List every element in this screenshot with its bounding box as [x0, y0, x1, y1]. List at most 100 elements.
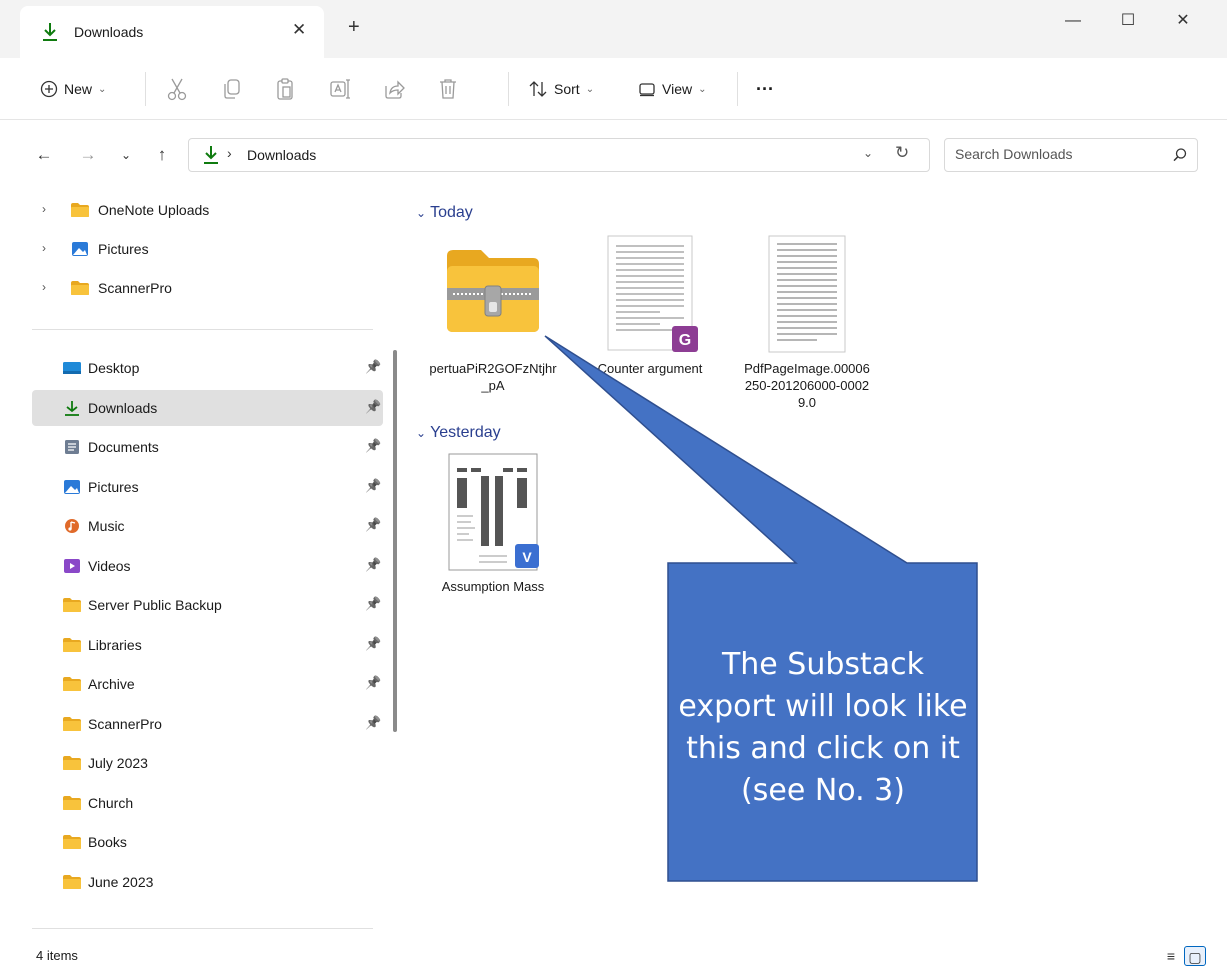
search-box[interactable] — [944, 138, 1198, 172]
sidebar-item-books[interactable]: Books — [32, 824, 383, 860]
sidebar-item-label: ScannerPro — [98, 280, 172, 296]
sidebar-item-june-2023[interactable]: June 2023 — [32, 864, 383, 900]
pictures-icon — [64, 479, 80, 494]
folder-icon — [63, 795, 81, 810]
sidebar-scrollbar[interactable] — [393, 350, 397, 732]
file-name: pertuaPiR2GOFzNtjhr_pA — [429, 361, 557, 393]
pin-icon[interactable]: 📌 — [365, 478, 381, 494]
sidebar-item-pictures[interactable]: Pictures 📌 — [32, 469, 383, 505]
tiles-view-icon[interactable]: ▢ — [1184, 946, 1206, 966]
close-window-button[interactable]: ✕ — [1160, 8, 1206, 38]
pin-icon[interactable]: 📌 — [365, 359, 381, 375]
status-bar: 4 items ≡ ▢ — [0, 940, 1227, 972]
view-label: View — [662, 81, 693, 97]
pin-icon[interactable]: 📌 — [365, 557, 381, 573]
sidebar-item-label: Church — [88, 794, 134, 811]
address-dropdown-chevron-icon[interactable]: ⌄ — [863, 146, 873, 160]
sidebar-item-label: ScannerPro — [88, 715, 162, 732]
pin-icon[interactable]: 📌 — [365, 636, 381, 652]
sidebar-item-label: Desktop — [88, 360, 140, 376]
documents-icon — [65, 440, 79, 454]
pin-icon[interactable]: 📌 — [365, 596, 381, 612]
sidebar-item-scannerpro[interactable]: ScannerPro 📌 — [32, 706, 383, 742]
chevron-down-icon: ⌄ — [416, 206, 427, 220]
pin-icon[interactable]: 📌 — [365, 675, 381, 691]
sidebar-item-church[interactable]: Church — [32, 785, 383, 821]
sidebar-item-documents[interactable]: Documents 📌 — [32, 429, 383, 465]
file-list: ⌄ Today pertuaPiR2GOFzNtjhr_pA G Counter … — [400, 190, 1227, 940]
sidebar-item-july-2023[interactable]: July 2023 — [32, 745, 383, 781]
view-button[interactable]: View ⌄ — [638, 76, 706, 102]
sidebar-item-archive[interactable]: Archive 📌 — [32, 666, 383, 702]
videos-icon — [64, 558, 80, 573]
group-header-yesterday[interactable]: ⌄ Yesterday — [416, 424, 501, 442]
new-tab-button[interactable]: + — [348, 17, 360, 37]
forward-arrow-icon[interactable]: → — [76, 142, 100, 168]
sidebar-item-music[interactable]: Music 📌 — [32, 508, 383, 544]
navigation-pane: › OneNote Uploads › Pictures › ScannerPro Desk… — [0, 190, 400, 940]
sidebar-item-label: Libraries — [88, 636, 142, 653]
delete-icon[interactable] — [436, 76, 460, 102]
sidebar-item-label: Server Public Backup — [88, 597, 222, 613]
sort-button[interactable]: Sort ⌄ — [528, 76, 594, 102]
download-icon — [65, 400, 79, 416]
sidebar-item-onenote-uploads[interactable]: › OneNote Uploads — [32, 192, 383, 228]
folder-icon — [71, 281, 89, 295]
tab-downloads[interactable]: Downloads ✕ — [20, 6, 324, 58]
sidebar-item-label: Downloads — [88, 399, 158, 416]
more-options-button[interactable]: ··· — [756, 76, 774, 102]
sidebar-item-label: Pictures — [98, 241, 149, 257]
file-name: Counter argument — [597, 361, 703, 376]
sidebar-item-scannerpro[interactable]: › ScannerPro — [32, 270, 383, 306]
desktop-icon — [63, 362, 81, 374]
share-icon[interactable] — [382, 76, 406, 102]
search-input[interactable] — [955, 146, 1155, 162]
address-bar[interactable]: › Downloads ⌄ ↻ — [188, 138, 930, 172]
svg-text:V: V — [522, 549, 532, 565]
folder-icon — [71, 203, 89, 217]
recent-locations-chevron-icon[interactable]: ⌄ — [114, 142, 138, 168]
search-icon[interactable] — [1171, 146, 1189, 164]
details-view-icon[interactable]: ≡ — [1160, 946, 1182, 966]
sort-icon — [529, 81, 547, 97]
tab-close-button[interactable]: ✕ — [292, 20, 306, 40]
sidebar-item-label: Videos — [88, 557, 131, 574]
refresh-icon[interactable]: ↻ — [895, 143, 909, 163]
chevron-down-icon: ⌄ — [698, 83, 707, 95]
back-arrow-icon[interactable]: ← — [32, 142, 56, 168]
minimize-button[interactable]: — — [1050, 8, 1096, 38]
pin-icon[interactable]: 📌 — [365, 715, 381, 731]
sidebar-divider — [32, 329, 373, 330]
sidebar-item-libraries[interactable]: Libraries 📌 — [32, 627, 383, 663]
tab-title: Downloads — [74, 24, 144, 40]
toolbar-divider — [145, 72, 146, 106]
svg-text:G: G — [679, 332, 691, 349]
item-count: 4 items — [36, 948, 78, 963]
paste-icon[interactable] — [273, 76, 297, 102]
download-icon — [204, 146, 218, 164]
sidebar-item-server-public-backup[interactable]: Server Public Backup 📌 — [32, 587, 383, 623]
sidebar-item-label: Pictures — [88, 478, 139, 495]
sidebar-item-desktop[interactable]: Desktop 📌 — [32, 350, 383, 386]
pin-icon[interactable]: 📌 — [365, 438, 381, 454]
file-name: Assumption Mass — [441, 579, 545, 594]
maximize-button[interactable]: ☐ — [1105, 8, 1151, 38]
sidebar-item-downloads[interactable]: Downloads 📌 — [32, 389, 383, 426]
sidebar-item-videos[interactable]: Videos 📌 — [32, 548, 383, 584]
sidebar-item-pictures[interactable]: › Pictures — [32, 231, 383, 267]
expand-chevron-icon[interactable]: › — [42, 241, 46, 255]
new-button[interactable]: New ⌄ — [40, 76, 106, 102]
up-arrow-icon[interactable]: ↑ — [150, 142, 174, 168]
folder-icon — [63, 835, 81, 849]
folder-icon — [63, 874, 81, 889]
group-header-today[interactable]: ⌄ Today — [416, 204, 473, 222]
breadcrumb-downloads[interactable]: Downloads — [247, 147, 316, 163]
copy-icon[interactable] — [220, 76, 244, 102]
expand-chevron-icon[interactable]: › — [42, 280, 46, 294]
rename-icon[interactable] — [328, 76, 352, 102]
cut-icon[interactable] — [165, 76, 189, 102]
sidebar-item-label: Archive — [88, 676, 135, 692]
pin-icon[interactable]: 📌 — [365, 399, 381, 415]
pin-icon[interactable]: 📌 — [365, 517, 381, 533]
expand-chevron-icon[interactable]: › — [42, 202, 46, 216]
